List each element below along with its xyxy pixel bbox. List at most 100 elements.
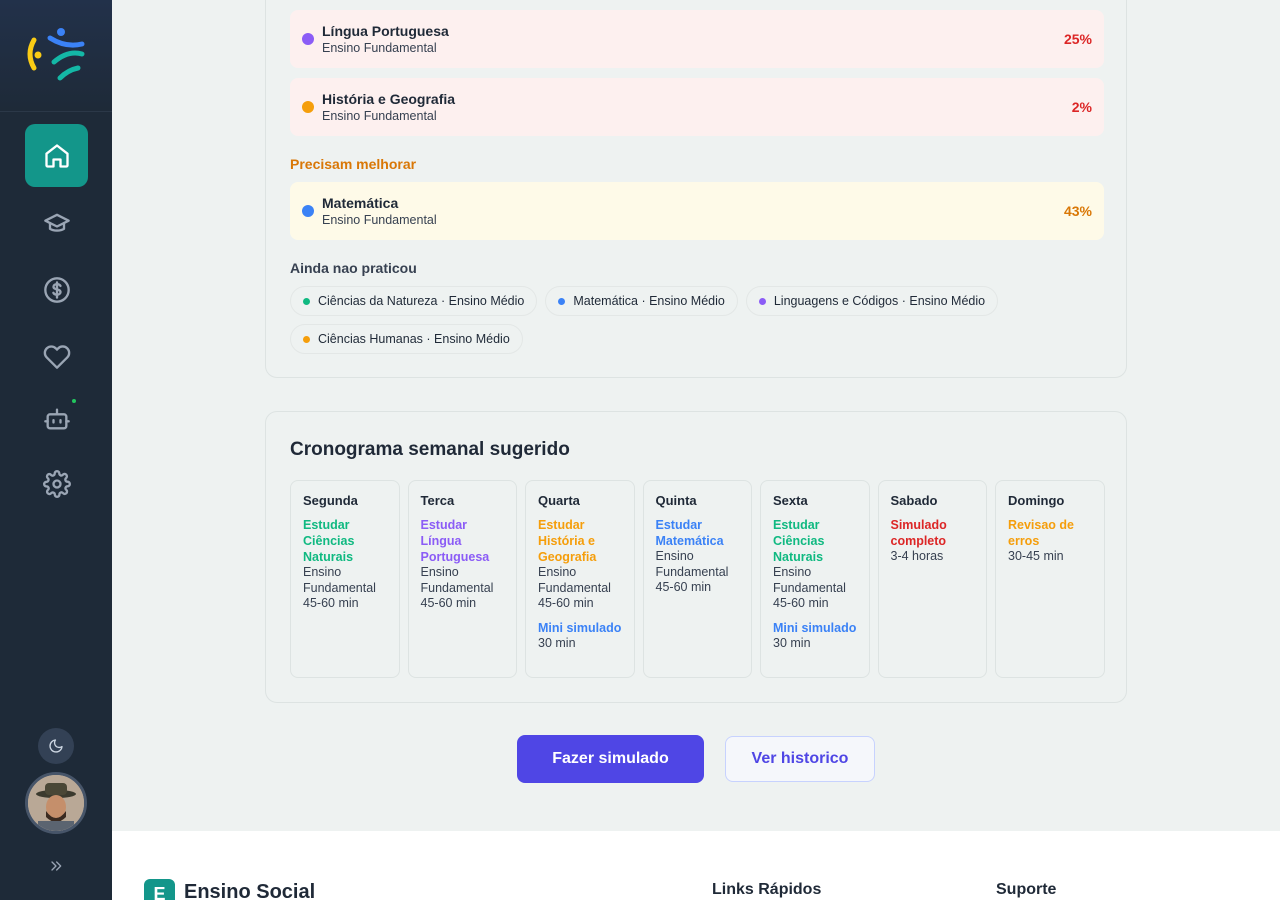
schedule-day: Sexta Estudar Ciências Naturais Ensino Fund… (760, 480, 870, 678)
schedule-task[interactable]: Estudar Ciências Naturais Ensino Fundament… (773, 517, 857, 612)
schedule-day: Quinta Estudar Matemática Ensino Fundamenta… (642, 480, 752, 678)
schedule-title: Cronograma semanal sugerido (290, 439, 570, 460)
task-meta: Ensino (538, 565, 577, 579)
task-meta: Ensino (420, 565, 459, 579)
chip-color-dot (303, 335, 310, 343)
weekly-schedule-card: Cronograma semanal sugerido Segunda Estud… (265, 411, 1127, 703)
subject-chip[interactable]: Linguagens e Códigos · Ensino Médio (745, 286, 999, 316)
subject-level: Ensino Fundamental (322, 109, 437, 123)
schedule-day: Segunda Estudar Ciências Naturais Ensino Fu… (290, 480, 400, 678)
subject-row[interactable]: História e Geografia Ensino Fundamental … (290, 78, 1104, 136)
graduation-cap-icon (43, 213, 70, 232)
schedule-task[interactable]: Simulado completo 3-4 horas (891, 517, 975, 565)
subject-color-dot (302, 33, 314, 45)
home-icon (44, 143, 69, 168)
online-indicator (72, 399, 76, 403)
subject-chip[interactable]: Ciências da Natureza · Ensino Médio (290, 286, 538, 316)
schedule-day: Quarta Estudar História e Geografia Ensino… (525, 480, 635, 678)
chip-level: Ensino Médio (909, 294, 986, 308)
subject-name: Matemática (322, 195, 399, 211)
task-meta: 30-45 min (1008, 549, 1064, 563)
task-meta: Fundamental (655, 564, 729, 579)
chip-color-dot (303, 297, 310, 305)
schedule-task[interactable]: Estudar História e Geografia Ensino Fundam… (538, 517, 622, 612)
day-name: Sexta (773, 493, 808, 508)
day-name: Quinta (655, 493, 697, 508)
nav-courses[interactable] (25, 191, 88, 254)
footer-support-heading: Suporte (996, 881, 1057, 898)
chip-level: Ensino Médio (448, 294, 525, 308)
day-name: Domingo (1008, 493, 1065, 508)
task-meta: 45-60 min (303, 596, 359, 610)
improve-section-label: Precisam melhorar (290, 156, 417, 172)
task-meta: 45-60 min (773, 596, 829, 610)
subject-percentage: 43% (1063, 203, 1092, 219)
avatar[interactable] (25, 772, 87, 834)
schedule-task[interactable]: Revisao de erros 30-45 min (1008, 517, 1092, 565)
task-meta: 30 min (773, 635, 811, 650)
day-name: Quarta (538, 493, 580, 508)
app-logo[interactable] (0, 0, 112, 112)
chip-level: Ensino Médio (649, 294, 725, 308)
gear-icon (42, 469, 71, 498)
schedule-task[interactable]: Estudar Matemática Ensino Fundamental 45-60… (656, 517, 740, 596)
chevrons-right-icon (51, 861, 62, 871)
expand-sidebar-button[interactable] (44, 854, 68, 878)
footer-quick-links-heading: Links Rápidos (712, 881, 822, 898)
subject-row[interactable]: Matemática Ensino Fundamental 43% (290, 182, 1104, 240)
chip-color-dot (758, 297, 766, 305)
task-meta: Fundamental (420, 580, 494, 595)
nav-settings[interactable] (25, 452, 88, 515)
subject-color-dot (302, 205, 314, 217)
task-title: Revisao de erros (1008, 518, 1075, 548)
task-meta: Ensino (773, 565, 812, 579)
sidebar (0, 0, 112, 900)
dollar-icon (43, 276, 70, 303)
task-title: Mini simulado (773, 620, 857, 635)
nav-assistant[interactable] (25, 387, 88, 450)
task-meta: 30 min (538, 635, 576, 650)
task-meta: Ensino (655, 549, 694, 563)
task-title: Estudar Matemática (655, 518, 724, 548)
task-meta: Fundamental (773, 580, 846, 595)
not-practiced-chips: Ciências da Natureza · Ensino Médio Mate… (290, 286, 1090, 354)
schedule-task[interactable]: Estudar Ciências Naturais Ensino Fundament… (303, 517, 387, 612)
nav-home[interactable] (25, 124, 88, 187)
subject-name: História e Geografia (322, 91, 456, 107)
task-meta: Fundamental (538, 580, 611, 595)
not-practiced-label: Ainda nao praticou (290, 260, 417, 276)
subject-color-dot (302, 101, 314, 113)
bot-icon (43, 408, 70, 429)
schedule-days: Segunda Estudar Ciências Naturais Ensino Fu… (290, 480, 1105, 678)
task-meta: 45-60 min (420, 596, 477, 610)
subject-name: Língua Portuguesa (322, 23, 449, 39)
subject-chip[interactable]: Matemática · Ensino Médio (545, 286, 738, 316)
schedule-task[interactable]: Mini simulado 30 min (538, 620, 622, 652)
subject-chip[interactable]: Ciências Humanas · Ensino Médio (290, 324, 523, 354)
footer-logo[interactable]: E (144, 879, 175, 900)
subject-percentage: 25% (1063, 31, 1092, 47)
subject-level: Ensino Fundamental (322, 213, 437, 227)
moon-icon (49, 739, 63, 753)
schedule-day: Domingo Revisao de erros 30-45 min (995, 480, 1105, 678)
nav-finance[interactable] (25, 258, 88, 321)
day-name: Segunda (303, 493, 358, 508)
task-title: Estudar História e Geografia (538, 518, 597, 564)
subject-row[interactable]: Língua Portuguesa Ensino Fundamental 25% (290, 10, 1104, 68)
schedule-task[interactable]: Mini simulado 30 min (773, 620, 857, 652)
take-exam-button[interactable]: Fazer simulado (517, 735, 704, 783)
view-history-button[interactable]: Ver historico (725, 736, 875, 782)
nav-favorites[interactable] (25, 325, 88, 388)
schedule-task[interactable]: Estudar Língua Portuguesa Ensino Fundament… (421, 517, 505, 612)
task-title: Estudar Ciências Naturais (773, 518, 825, 564)
chip-subject: Linguagens e Códigos (773, 294, 899, 308)
footer-brand: Ensino Social (184, 881, 316, 900)
theme-toggle[interactable] (38, 728, 74, 764)
schedule-day: Sabado Simulado completo 3-4 horas (877, 480, 987, 678)
footer: E Ensino Social Links Rápidos Suporte (112, 831, 1280, 900)
day-name: Terca (420, 493, 455, 508)
task-meta: 3-4 horas (890, 549, 944, 563)
task-meta: Ensino (303, 565, 342, 579)
task-meta: 45-60 min (655, 580, 712, 594)
chip-subject: Matemática (573, 294, 638, 308)
